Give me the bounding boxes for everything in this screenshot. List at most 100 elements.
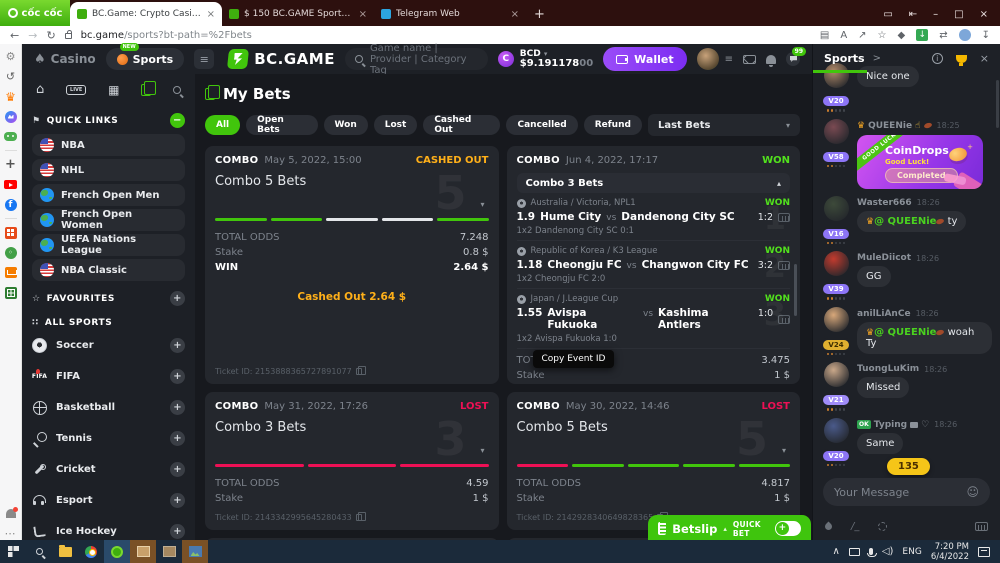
bet-title-toggle[interactable]: Combo 5 Bets 5 ▾ [517, 420, 791, 462]
add-shortcut-icon[interactable]: + [4, 158, 17, 171]
tab-close-icon[interactable]: × [207, 9, 215, 20]
games-icon[interactable] [4, 132, 17, 141]
browser-profile-avatar[interactable] [959, 29, 971, 41]
tray-expand-icon[interactable]: ∧ [832, 546, 839, 557]
chat-username[interactable]: TuongLuKim 18:26 [857, 364, 992, 374]
translate-icon[interactable]: A [840, 30, 847, 41]
trophy-icon[interactable] [956, 55, 967, 63]
tab-close-icon[interactable]: × [511, 9, 519, 20]
sidebar-item-nba-classic[interactable]: NBA Classic [32, 259, 185, 281]
facebook-icon[interactable]: f [5, 199, 17, 211]
photos-app-icon[interactable] [182, 540, 208, 563]
my-bets-icon[interactable] [141, 84, 151, 96]
chat-username[interactable]: MuleDiicot 18:26 [857, 253, 992, 263]
apps-icon[interactable] [5, 227, 17, 239]
avatar[interactable] [824, 119, 849, 144]
expand-sport-icon[interactable]: + [170, 369, 185, 384]
pin-icon[interactable]: ⇤ [909, 9, 917, 20]
avatar[interactable] [824, 307, 849, 332]
coccoc-logo[interactable]: cốc cốc [0, 0, 70, 26]
mail-icon[interactable] [743, 55, 756, 64]
minimize-button[interactable]: – [933, 9, 938, 20]
add-favourite-button[interactable]: + [170, 291, 185, 306]
sidebar-sport-esport[interactable]: Esport + [32, 489, 185, 512]
keyboard-icon[interactable] [975, 522, 988, 531]
share-icon[interactable]: ↗ [858, 30, 866, 41]
downloads-tray-icon[interactable]: ↧ [982, 30, 990, 41]
sidebar-sport-ice-hockey[interactable]: Ice Hockey + [32, 520, 185, 540]
clock[interactable]: 7:20 PM6/4/2022 [931, 542, 969, 562]
unread-count-badge[interactable]: 135 [887, 458, 930, 475]
messenger-icon[interactable] [5, 111, 17, 123]
avatar[interactable] [824, 418, 849, 443]
history-icon[interactable]: ↺ [4, 70, 17, 83]
expand-sport-icon[interactable]: + [170, 400, 185, 415]
menu-toggle-button[interactable]: ≡ [194, 49, 214, 69]
browser-tab[interactable]: $ 150 BC.GAME Sports Parla × [222, 2, 374, 26]
coin-tip-icon[interactable] [878, 522, 887, 531]
microphone-icon[interactable] [869, 548, 873, 555]
nav-casino[interactable]: ♠Casino [34, 52, 96, 67]
download-active-icon[interactable]: ↓ [916, 29, 928, 41]
extensions-icon[interactable]: ⇄ [939, 30, 947, 41]
sidebar-item-french-open-women[interactable]: French Open Women [32, 209, 185, 231]
sidebar-sport-tennis[interactable]: Tennis + [32, 427, 185, 450]
rain-icon[interactable] [824, 522, 834, 532]
filter-chip-cashed-out[interactable]: Cashed Out [423, 115, 500, 135]
chat-tab-sports[interactable]: Sports [824, 52, 865, 65]
copy-icon[interactable] [356, 514, 362, 521]
bell-icon[interactable] [766, 55, 776, 64]
volume-icon[interactable]: ◁) [882, 546, 894, 557]
user-mention[interactable]: ♛@ QUEENie [866, 327, 944, 338]
sidebar-item-nhl[interactable]: NHL [32, 159, 185, 181]
filter-chip-won[interactable]: Won [324, 115, 368, 135]
wallet-button[interactable]: Wallet [603, 47, 686, 71]
language-indicator[interactable]: ENG [902, 547, 921, 557]
youtube-icon[interactable] [4, 180, 17, 189]
sidebar-sport-soccer[interactable]: Soccer + [32, 334, 185, 357]
file-explorer-icon[interactable] [52, 540, 78, 563]
sidebar-item-french-open-men[interactable]: French Open Men [32, 184, 185, 206]
network-icon[interactable] [849, 548, 860, 556]
chat-message-input[interactable]: Your Message ☺ [823, 478, 990, 506]
hot-icon[interactable]: ♛ [4, 90, 17, 103]
user-menu-icon[interactable]: ≡ [725, 54, 733, 65]
sidebar-sport-basketball[interactable]: Basketball + [32, 396, 185, 419]
home-icon[interactable]: ⌂ [36, 82, 44, 97]
bet-title-toggle[interactable]: Combo 5 Bets 5 ▾ [215, 174, 489, 216]
collapse-quick-links-button[interactable]: − [170, 113, 185, 128]
expand-sport-icon[interactable]: + [170, 524, 185, 539]
game-search-input[interactable]: Game name | Provider | Category Tag [345, 48, 488, 70]
bet-title-toggle[interactable]: Combo 3 Bets▴ [517, 173, 791, 193]
settings-icon[interactable]: ⚙ [4, 50, 17, 63]
browser-tab[interactable]: BC.Game: Crypto Casino Gan × [70, 2, 222, 26]
chat-rules-icon[interactable]: /_ [851, 521, 859, 532]
back-button[interactable]: ← [10, 29, 19, 42]
filter-chip-lost[interactable]: Lost [374, 115, 418, 135]
user-mention[interactable]: ♛@ QUEENie [866, 216, 944, 227]
quick-bet-toggle[interactable]: + [775, 521, 801, 536]
sidebar-sport-fifa[interactable]: FIFA FIFA + [32, 365, 185, 388]
sheets-icon[interactable] [5, 287, 17, 299]
shield-icon[interactable]: ◆ [898, 30, 906, 41]
refresh-button[interactable]: ↻ [46, 29, 55, 42]
tab-close-icon[interactable]: × [359, 9, 367, 20]
url-field[interactable]: bc.game/sports?bt-path=%2Fbets [81, 30, 252, 41]
site-logo[interactable]: BC.GAME [228, 49, 335, 69]
live-icon[interactable]: LIVE [66, 85, 86, 95]
info-icon[interactable]: i [932, 53, 943, 64]
sidebar-item-nba[interactable]: NBA [32, 134, 185, 156]
emoji-icon[interactable]: ☺ [966, 485, 979, 499]
sidebar-sport-cricket[interactable]: Cricket + [32, 458, 185, 481]
browser-tab[interactable]: Telegram Web × [374, 2, 526, 26]
avatar[interactable] [824, 196, 849, 221]
balance-selector[interactable]: C BCD ▾ $9.19117800 [498, 49, 593, 69]
chrome-icon[interactable] [78, 540, 104, 563]
avatar[interactable] [824, 251, 849, 276]
nav-sports[interactable]: NEW Sports [106, 48, 185, 70]
user-avatar[interactable] [697, 48, 719, 70]
chat-scrollbar[interactable] [996, 80, 999, 128]
chat-username[interactable]: anilLiAnCe 18:26 [857, 309, 992, 319]
sidebar-item-uefa-nations-league[interactable]: UEFA Nations League [32, 234, 185, 256]
betslip-bar[interactable]: Betslip ▴ QUICK BET + [648, 515, 811, 542]
